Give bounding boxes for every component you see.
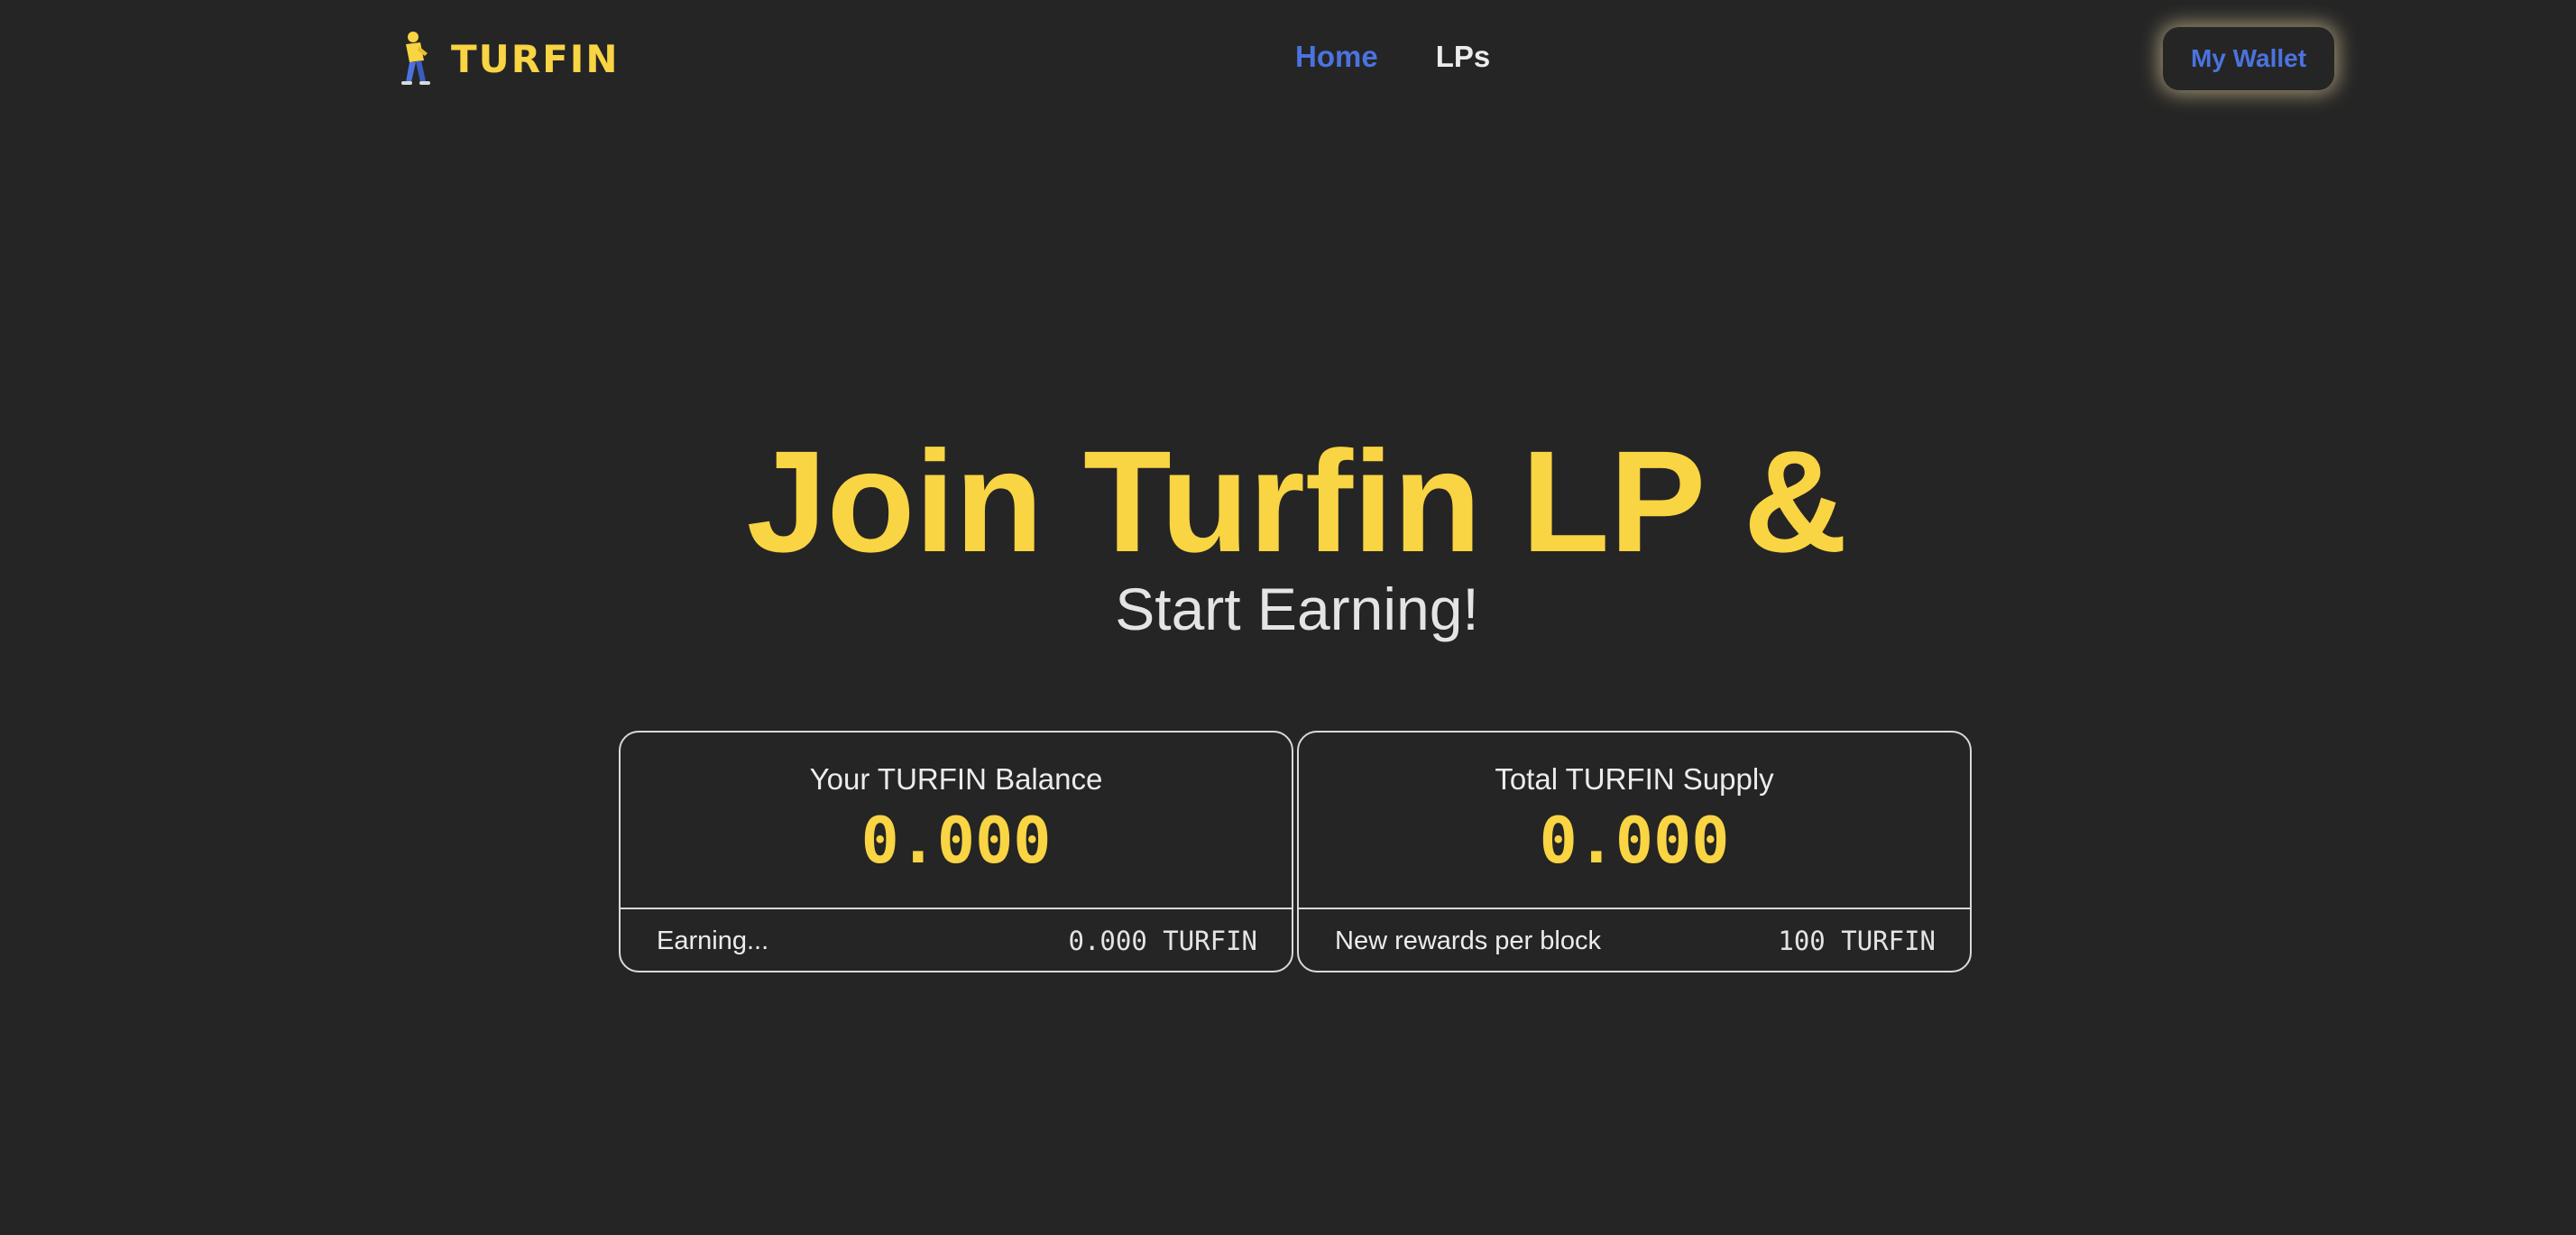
- my-wallet-button[interactable]: My Wallet: [2163, 27, 2334, 90]
- supply-card: Total TURFIN Supply 0.000 New rewards pe…: [1297, 731, 1972, 972]
- earning-value: 0.000 TURFIN: [1068, 926, 1257, 956]
- supply-card-body: Total TURFIN Supply 0.000: [1299, 733, 1970, 909]
- balance-card-footer: Earning... 0.000 TURFIN: [621, 909, 1292, 971]
- rewards-per-block-label: New rewards per block: [1335, 926, 1601, 955]
- supply-value: 0.000: [1539, 804, 1730, 878]
- balance-card: Your TURFIN Balance 0.000 Earning... 0.0…: [619, 731, 1293, 972]
- main-nav: Home LPs: [1295, 40, 1490, 74]
- balance-card-body: Your TURFIN Balance 0.000: [621, 733, 1292, 909]
- balance-value: 0.000: [860, 804, 1052, 878]
- rewards-per-block-value: 100 TURFIN: [1778, 926, 1936, 956]
- nav-home-link[interactable]: Home: [1295, 40, 1378, 74]
- nav-lps-link[interactable]: LPs: [1436, 40, 1491, 74]
- supply-card-footer: New rewards per block 100 TURFIN: [1299, 909, 1970, 971]
- turfin-mascot-icon: [393, 30, 435, 88]
- brand-logo[interactable]: TURFIN: [393, 27, 620, 90]
- brand-name: TURFIN: [451, 36, 620, 81]
- hero-title: Join Turfin LP &: [746, 420, 1848, 582]
- hero-subtitle: Start Earning!: [1115, 576, 1479, 642]
- balance-label: Your TURFIN Balance: [809, 762, 1103, 796]
- supply-label: Total TURFIN Supply: [1495, 762, 1774, 796]
- earning-label: Earning...: [657, 926, 769, 955]
